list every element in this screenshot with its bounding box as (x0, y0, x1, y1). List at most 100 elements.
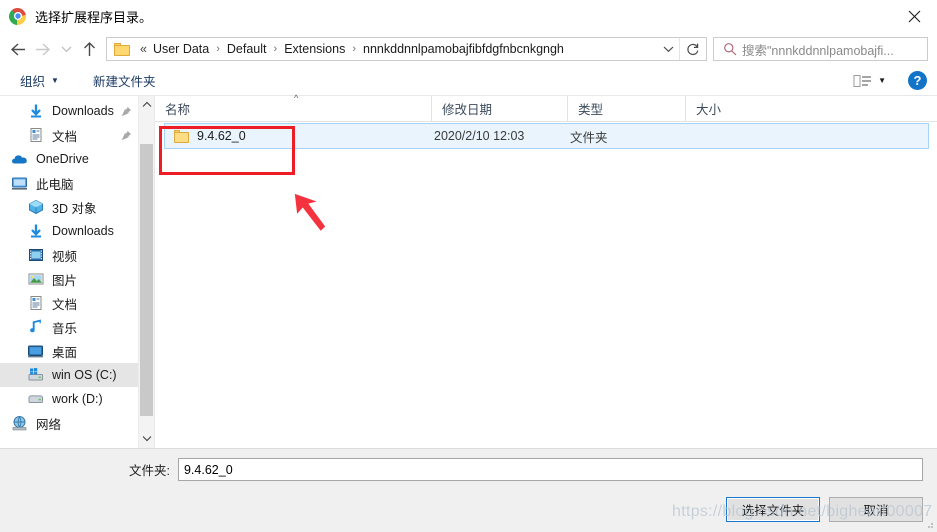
organize-label: 组织 (20, 75, 46, 89)
column-headers: 名称 ^ 修改日期 类型 大小 (155, 93, 937, 122)
folder-field-row: 文件夹: (129, 458, 923, 481)
folder-icon (114, 42, 130, 56)
file-list-pane: 名称 ^ 修改日期 类型 大小 9.4.62_0 2020/2/10 12:03 文… (155, 93, 937, 448)
organize-button[interactable]: 组织 ▼ (14, 68, 65, 93)
sidebar-item-label: 视频 (52, 249, 78, 264)
folder-icon (174, 129, 189, 143)
view-list-icon[interactable] (853, 73, 873, 89)
sidebar-item-work-d[interactable]: work (D:) (0, 387, 138, 411)
sidebar-item-downloads[interactable]: Downloads (0, 99, 138, 123)
sidebar-item-3d[interactable]: 3D 对象 (0, 195, 138, 219)
sidebar-item-label: 音乐 (52, 321, 78, 336)
sidebar-item-label: 3D 对象 (52, 201, 97, 216)
column-header-date[interactable]: 修改日期 (432, 96, 568, 121)
dialog-footer: 文件夹: 选择文件夹 取消 (0, 448, 937, 532)
3d-objects-icon (27, 199, 44, 216)
sidebar-scrollbar[interactable] (138, 96, 154, 448)
column-label-type: 类型 (578, 103, 604, 117)
recent-locations-button[interactable] (56, 36, 76, 62)
desktop-icon (27, 343, 44, 360)
table-row[interactable]: 9.4.62_0 2020/2/10 12:03 文件夹 (164, 123, 929, 149)
address-bar[interactable]: « User Data › Default › Extensions › nnn… (106, 37, 707, 61)
toolbar-right-group: ▼ ? (853, 71, 927, 90)
cell-name: 9.4.62_0 (165, 129, 434, 143)
sidebar-item-downloads[interactable]: Downloads (0, 219, 138, 243)
sidebar-item-item-6[interactable]: 视频 (0, 243, 138, 267)
chevron-up-icon (142, 101, 151, 107)
column-header-name[interactable]: 名称 ^ (155, 93, 432, 121)
breadcrumb-separator-2[interactable]: › (349, 43, 359, 55)
breadcrumb-item-0[interactable]: User Data (149, 40, 213, 58)
sidebar-item-item-1[interactable]: 文档 (0, 123, 138, 147)
scrollbar-thumb[interactable] (140, 144, 153, 416)
column-label-name: 名称 (165, 103, 191, 117)
folder-name-input[interactable] (177, 458, 923, 481)
sidebar-item-item-8[interactable]: 文档 (0, 291, 138, 315)
chevron-down-icon (61, 46, 71, 53)
sidebar-item-label: 图片 (52, 273, 78, 288)
address-dropdown-button[interactable] (657, 38, 679, 60)
sidebar-item-item-3[interactable]: 此电脑 (0, 171, 138, 195)
arrow-up-icon (83, 42, 95, 56)
chevron-down-icon: ▼ (51, 75, 59, 85)
drive-icon (27, 391, 44, 408)
sort-ascending-icon: ^ (294, 93, 299, 103)
forward-button[interactable] (30, 36, 56, 62)
breadcrumb-separator-1[interactable]: › (271, 43, 281, 55)
download-icon (27, 103, 44, 120)
title-bar: 选择扩展程序目录。 (0, 0, 937, 32)
select-folder-button[interactable]: 选择文件夹 (726, 497, 820, 522)
music-icon (27, 319, 44, 336)
navigation-bar: « User Data › Default › Extensions › nnn… (0, 32, 937, 66)
sidebar-item-onedrive[interactable]: OneDrive (0, 147, 138, 171)
column-header-size[interactable]: 大小 (686, 96, 770, 121)
close-button[interactable] (891, 0, 937, 32)
resize-grip-icon[interactable] (924, 519, 934, 529)
sidebar-item-item-9[interactable]: 音乐 (0, 315, 138, 339)
sidebar-item-item-10[interactable]: 桌面 (0, 339, 138, 363)
command-toolbar: 组织 ▼ 新建文件夹 ▼ ? (0, 66, 937, 96)
cell-date: 2020/2/10 12:03 (434, 129, 525, 143)
folder-picker-dialog: 选择扩展程序目录。 « User Data › Default › Extens… (0, 0, 937, 532)
sidebar-item-item-13[interactable]: 网络 (0, 411, 138, 435)
sidebar-item-label: 桌面 (52, 345, 78, 360)
cell-type: 文件夹 (570, 130, 608, 145)
computer-icon (11, 175, 28, 192)
chevron-down-icon (663, 46, 673, 53)
up-button[interactable] (76, 36, 102, 62)
view-dropdown-icon[interactable]: ▼ (875, 76, 892, 85)
breadcrumb-lead[interactable]: « (136, 40, 149, 58)
dialog-body: Downloads 文档 OneDrive 此电脑 3D 对象 Downloads 视频 图片… (0, 93, 937, 448)
sidebar-item-win-os-c[interactable]: win OS (C:) (0, 363, 138, 387)
refresh-button[interactable] (680, 38, 706, 60)
scroll-up-button[interactable] (139, 96, 154, 112)
sidebar-item-label: Downloads (52, 224, 114, 238)
new-folder-button[interactable]: 新建文件夹 (87, 68, 162, 93)
breadcrumb-item-2[interactable]: Extensions (280, 40, 349, 58)
search-icon (723, 42, 737, 56)
search-input[interactable]: 搜索"nnnkddnnlpamobajfi... (742, 40, 894, 59)
drive-windows-icon (27, 367, 44, 384)
breadcrumb-item-3[interactable]: nnnkddnnlpamobajfibfdgfnbcnkgngh (359, 40, 568, 58)
file-rows: 9.4.62_0 2020/2/10 12:03 文件夹 (155, 122, 937, 448)
breadcrumb-separator-0[interactable]: › (213, 43, 223, 55)
refresh-icon (687, 43, 699, 55)
chevron-down-icon (142, 435, 151, 441)
pin-icon[interactable] (121, 106, 132, 117)
pin-icon[interactable] (121, 130, 132, 141)
back-button[interactable] (4, 36, 30, 62)
network-icon (11, 415, 28, 432)
download-icon (27, 223, 44, 240)
column-label-size: 大小 (696, 103, 722, 117)
document-icon (27, 127, 44, 144)
sidebar-item-item-7[interactable]: 图片 (0, 267, 138, 291)
close-icon (908, 10, 920, 22)
breadcrumb-item-1[interactable]: Default (223, 40, 271, 58)
column-label-date: 修改日期 (442, 103, 493, 117)
search-box[interactable]: 搜索"nnnkddnnlpamobajfi... (713, 37, 928, 61)
scroll-down-button[interactable] (139, 430, 154, 446)
help-button[interactable]: ? (908, 71, 927, 90)
cancel-button[interactable]: 取消 (829, 497, 923, 522)
column-header-type[interactable]: 类型 (568, 96, 686, 121)
pictures-icon (27, 271, 44, 288)
